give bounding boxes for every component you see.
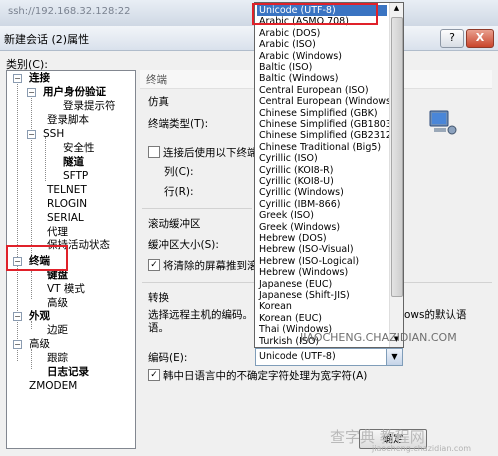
collapse-toggle-icon[interactable]: − (13, 340, 22, 349)
dropdown-option[interactable]: Baltic (Windows) (257, 73, 387, 84)
buffer-size-label: 缓冲区大小(S): (148, 239, 219, 251)
chevron-down-icon[interactable]: ▼ (386, 349, 402, 365)
dropdown-option[interactable]: Greek (Windows) (257, 222, 387, 233)
tree-item-appearance[interactable]: 外观 (29, 310, 50, 323)
tree-line (31, 349, 32, 369)
dropdown-option[interactable]: Baltic (ISO) (257, 62, 387, 73)
use-after-login-checkbox[interactable] (148, 146, 160, 158)
dropdown-option[interactable]: Chinese Simplified (GBK) (257, 108, 387, 119)
emulation-section-title: 仿真 (148, 96, 169, 108)
terminal-type-label: 终端类型(T): (148, 118, 209, 130)
tree-item-ssh[interactable]: SSH (43, 128, 64, 141)
address-text: ssh://192.168.32.128:22 (8, 6, 131, 17)
tree-line (31, 95, 32, 265)
encoding-dropdown-list[interactable]: Unicode (UTF-8) Arabic (ASMO 708) Arabic (… (254, 2, 404, 348)
scroll-buffer-section-title: 滚动缓冲区 (148, 218, 201, 230)
tree-item-serial[interactable]: SERIAL (47, 212, 84, 225)
conversion-description-right: ows的默认语 (404, 309, 467, 321)
dropdown-option[interactable]: Chinese Traditional (Big5) (257, 142, 387, 153)
panel-header-title: 终端 (146, 74, 167, 86)
dropdown-option[interactable]: Chinese Simplified (GB18030) (257, 119, 402, 130)
tree-item-sftp[interactable]: SFTP (63, 170, 88, 183)
dropdown-option[interactable]: Korean (EUC) (257, 313, 387, 324)
encoding-label: 编码(E): (148, 352, 188, 364)
tree-line (45, 137, 46, 181)
tree-item-login-script[interactable]: 登录脚本 (47, 114, 89, 127)
dropdown-option[interactable]: Cyrillic (IBM-866) (257, 199, 387, 210)
tree-item-login-prompt[interactable]: 登录提示符 (63, 100, 116, 113)
dropdown-option[interactable]: Cyrillic (KOI8-U) (257, 176, 387, 187)
clear-screen-label: 将清除的屏幕推到滚 (163, 260, 258, 272)
dropdown-option[interactable]: Chinese Simplified (GB2312) (257, 130, 396, 141)
scrollbar-thumb[interactable] (391, 17, 403, 297)
tree-line (31, 271, 32, 299)
collapse-toggle-icon[interactable]: − (13, 312, 22, 321)
dropdown-option[interactable]: Central European (ISO) (257, 85, 387, 96)
tree-item-logging[interactable]: 日志记录 (47, 366, 89, 379)
dropdown-option[interactable]: Arabic (ISO) (257, 39, 387, 50)
rows-label: 行(R): (164, 186, 194, 198)
tree-item-advanced[interactable]: 高级 (29, 338, 50, 351)
scroll-up-icon[interactable]: ▲ (391, 4, 402, 15)
collapse-toggle-icon[interactable]: − (13, 74, 22, 83)
dropdown-option[interactable]: Hebrew (ISO-Visual) (257, 244, 387, 255)
dropdown-option[interactable]: Cyrillic (ISO) (257, 153, 387, 164)
use-after-login-label: 连接后使用以下终端 (163, 147, 258, 159)
background-toolbar: ssh://192.168.32.128:22 (0, 0, 498, 27)
tree-item-rlogin[interactable]: RLOGIN (47, 198, 87, 211)
tree-item-proxy[interactable]: 代理 (47, 226, 68, 239)
cjk-wide-char-checkbox[interactable]: ✓ (148, 369, 160, 381)
tree-item-vt-mode[interactable]: VT 模式 (47, 283, 85, 296)
dropdown-option[interactable]: Cyrillic (KOI8-R) (257, 165, 387, 176)
dropdown-option[interactable]: Central European (Windows) (257, 96, 395, 107)
close-button[interactable]: X (466, 29, 494, 48)
tree-item-zmodem[interactable]: ZMODEM (29, 380, 77, 393)
tree-item-tunnel[interactable]: 隧道 (63, 156, 84, 169)
collapse-toggle-icon[interactable]: − (27, 130, 36, 139)
tree-item-connection[interactable]: 连接 (29, 72, 50, 85)
highlight-box (6, 245, 68, 271)
separator (142, 208, 252, 209)
dropdown-option[interactable]: Greek (ISO) (257, 210, 387, 221)
collapse-toggle-icon[interactable]: − (27, 88, 36, 97)
cjk-wide-char-label: 韩中日语言中的不确定字符处理为宽字符(A) (163, 370, 368, 382)
dropdown-option[interactable]: Arabic (DOS) (257, 28, 387, 39)
dialog-title: 新建会话 (2)属性 (4, 33, 90, 46)
dropdown-option[interactable]: Cyrillic (Windows) (257, 187, 387, 198)
encoding-select-value: Unicode (UTF-8) (259, 351, 336, 362)
tree-item-terminal-advanced[interactable]: 高级 (47, 297, 68, 310)
dropdown-option[interactable]: Japanese (EUC) (257, 279, 387, 290)
tree-item-margins[interactable]: 边距 (47, 324, 68, 337)
conversion-section-title: 转换 (148, 292, 169, 304)
computer-icon (429, 110, 457, 135)
watermark-overlay: JIAOCHENG.CHAZIDIAN.COM (300, 331, 457, 344)
conversion-description-cont: 语。 (148, 322, 169, 334)
dropdown-scrollbar[interactable]: ▲ ▼ (389, 3, 403, 347)
dropdown-option[interactable]: Arabic (Windows) (257, 51, 387, 62)
dropdown-option[interactable]: Hebrew (DOS) (257, 233, 387, 244)
help-button[interactable]: ? (440, 29, 464, 48)
tree-item-security[interactable]: 安全性 (63, 142, 95, 155)
dropdown-option[interactable]: Hebrew (Windows) (257, 267, 387, 278)
encoding-select[interactable]: Unicode (UTF-8) ▼ (255, 348, 403, 366)
columns-label: 列(C): (164, 166, 194, 178)
highlight-box (252, 3, 378, 25)
dropdown-option[interactable]: Korean (257, 301, 387, 312)
tree-item-telnet[interactable]: TELNET (47, 184, 87, 197)
tree-item-trace[interactable]: 跟踪 (47, 352, 68, 365)
dialog-title-bar[interactable]: 新建会话 (2)属性 ? X (0, 26, 498, 51)
tree-item-user-auth[interactable]: 用户身份验证 (43, 86, 106, 99)
dropdown-option[interactable]: Japanese (Shift-JIS) (257, 290, 387, 301)
watermark-url: jiaocheng.chazidian.com (372, 444, 472, 453)
dropdown-option[interactable]: Hebrew (ISO-Logical) (257, 256, 387, 267)
clear-screen-checkbox[interactable]: ✓ (148, 259, 160, 271)
